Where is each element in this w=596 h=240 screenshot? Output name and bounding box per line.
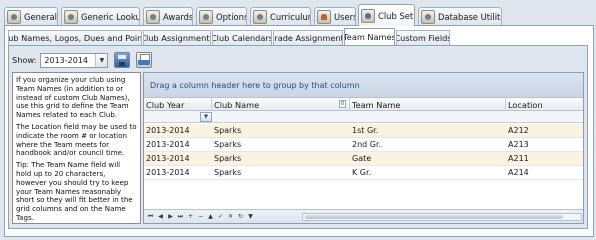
- cell-club-name[interactable]: Sparks: [212, 138, 241, 151]
- grid-navigator: ⏮ ◀ ▶ ⏭ + − ▲ ✓ ✕ ↻ ▼: [144, 209, 583, 223]
- tab-club-setup[interactable]: Club Setup: [358, 4, 415, 26]
- tab-label: Curriculum: [270, 12, 310, 22]
- cell-club-name[interactable]: Sparks: [212, 152, 241, 165]
- help-paragraph: Tip: The Team Name field will hold up to…: [16, 160, 133, 222]
- prev-record-icon[interactable]: ◀: [156, 212, 165, 221]
- subtab-label: Team Names: [344, 32, 395, 42]
- cell-team-name[interactable]: Gate: [350, 152, 371, 165]
- club-year-select[interactable]: 2013-2014 ▼: [40, 52, 109, 68]
- show-label: Show:: [12, 55, 37, 65]
- column-header-label: Club Year: [146, 99, 185, 110]
- subtab-label: Club Assignments: [143, 33, 211, 43]
- refresh-icon[interactable]: ↻: [236, 212, 245, 221]
- cell-club-year[interactable]: 2013-2014: [144, 166, 190, 179]
- help-paragraph: The Location field may be used to indica…: [16, 121, 137, 158]
- subtab-custom-fields[interactable]: Custom Fields: [396, 30, 450, 45]
- cell-club-name[interactable]: Sparks: [212, 124, 241, 137]
- users-icon: [317, 10, 331, 24]
- subtab-club-names[interactable]: Club Names, Logos, Dues and Points: [8, 30, 142, 45]
- subtab-grade-assignments[interactable]: Grade Assignments: [273, 30, 343, 45]
- column-headers: Club Year Club Name 0 Team Name Location: [144, 97, 583, 111]
- cell-club-year[interactable]: 2013-2014: [144, 152, 190, 165]
- curriculum-icon: [253, 10, 267, 24]
- grid-rows: 2013-2014 Sparks 1st Gr. A212 2013-2014 …: [144, 124, 583, 180]
- table-row[interactable]: 2013-2014 Sparks 2nd Gr. A213: [144, 138, 583, 152]
- tab-label: Awards: [163, 12, 193, 22]
- awards-icon: [146, 10, 160, 24]
- subtab-team-names[interactable]: Team Names: [344, 28, 395, 45]
- club-setup-icon: [361, 8, 375, 23]
- last-record-icon[interactable]: ⏭: [176, 212, 185, 221]
- main-tab-bar: General Generic Lookups Awards Options C…: [4, 4, 594, 26]
- cell-team-name[interactable]: K Gr.: [350, 166, 371, 179]
- club-year-value: 2013-2014: [44, 55, 89, 65]
- sort-icon[interactable]: 0: [339, 100, 346, 108]
- team-names-grid: Drag a column header here to group by th…: [143, 72, 584, 224]
- subtab-label: Custom Fields: [396, 33, 450, 43]
- tab-label: Options: [216, 12, 247, 22]
- group-by-area[interactable]: Drag a column header here to group by th…: [144, 73, 583, 97]
- delete-record-icon[interactable]: −: [196, 212, 205, 221]
- horizontal-scrollbar[interactable]: [302, 213, 582, 221]
- options-icon: [199, 10, 213, 24]
- tab-database-utilities[interactable]: Database Utilities: [418, 7, 502, 26]
- column-header-label: Location: [508, 99, 543, 110]
- cell-club-year[interactable]: 2013-2014: [144, 124, 190, 137]
- subtab-club-assignments[interactable]: Club Assignments: [143, 30, 211, 45]
- first-record-icon[interactable]: ⏮: [146, 212, 155, 221]
- column-header-club-year[interactable]: Club Year: [144, 98, 212, 111]
- tab-users[interactable]: Users: [314, 7, 356, 26]
- column-header-club-name[interactable]: Club Name 0: [212, 98, 350, 111]
- filter-row: ▼: [144, 111, 583, 123]
- column-header-label: Team Name: [352, 99, 401, 110]
- subtab-label: Club Calendars: [212, 33, 272, 43]
- table-row[interactable]: 2013-2014 Sparks Gate A211: [144, 152, 583, 166]
- tab-curriculum[interactable]: Curriculum: [250, 7, 311, 26]
- group-hint: Drag a column header here to group by th…: [150, 80, 360, 90]
- tab-label: General: [24, 12, 58, 22]
- cell-club-year[interactable]: 2013-2014: [144, 138, 190, 151]
- database-icon: [421, 10, 435, 24]
- add-record-icon[interactable]: +: [186, 212, 195, 221]
- general-icon: [7, 10, 21, 24]
- next-record-icon[interactable]: ▶: [166, 212, 175, 221]
- subtab-label: Club Names, Logos, Dues and Points: [8, 33, 142, 43]
- toolbar: Show: 2013-2014 ▼: [12, 50, 153, 70]
- cell-location[interactable]: A213: [506, 138, 529, 151]
- cell-location[interactable]: A212: [506, 124, 529, 137]
- column-header-location[interactable]: Location: [506, 98, 583, 111]
- scrollbar-thumb[interactable]: [305, 215, 563, 219]
- tab-label: Database Utilities: [438, 12, 501, 22]
- cell-location[interactable]: A211: [506, 152, 529, 165]
- filter-dropdown-icon[interactable]: ▼: [200, 112, 212, 122]
- tab-general[interactable]: General: [4, 7, 58, 26]
- tab-options[interactable]: Options: [196, 7, 247, 26]
- tab-awards[interactable]: Awards: [143, 7, 193, 26]
- edit-record-icon[interactable]: ▲: [206, 212, 215, 221]
- help-panel: If you organize your club using Team Nam…: [12, 72, 141, 224]
- cell-location[interactable]: A214: [506, 166, 529, 179]
- lookups-icon: [64, 10, 78, 24]
- help-paragraph: If you organize your club using Team Nam…: [16, 75, 130, 120]
- chevron-down-icon[interactable]: ▼: [95, 53, 108, 67]
- print-icon[interactable]: [136, 52, 153, 68]
- table-row[interactable]: 2013-2014 Sparks K Gr. A214: [144, 166, 583, 180]
- column-header-label: Club Name: [214, 99, 260, 110]
- sub-tab-bar: Club Names, Logos, Dues and Points Club …: [8, 28, 568, 45]
- table-row[interactable]: 2013-2014 Sparks 1st Gr. A212: [144, 124, 583, 138]
- save-icon[interactable]: [114, 52, 131, 68]
- filter-icon[interactable]: ▼: [246, 212, 255, 221]
- tab-label: Generic Lookups: [81, 12, 140, 22]
- cell-team-name[interactable]: 2nd Gr.: [350, 138, 381, 151]
- tab-generic-lookups[interactable]: Generic Lookups: [61, 7, 140, 26]
- tab-label: Users: [334, 12, 356, 22]
- subtab-label: Grade Assignments: [274, 33, 343, 43]
- post-edit-icon[interactable]: ✓: [216, 212, 225, 221]
- cell-team-name[interactable]: 1st Gr.: [350, 124, 378, 137]
- cancel-edit-icon[interactable]: ✕: [226, 212, 235, 221]
- tab-label: Club Setup: [378, 10, 414, 21]
- column-header-team-name[interactable]: Team Name: [350, 98, 506, 111]
- cell-club-name[interactable]: Sparks: [212, 166, 241, 179]
- subtab-club-calendars[interactable]: Club Calendars: [212, 30, 272, 45]
